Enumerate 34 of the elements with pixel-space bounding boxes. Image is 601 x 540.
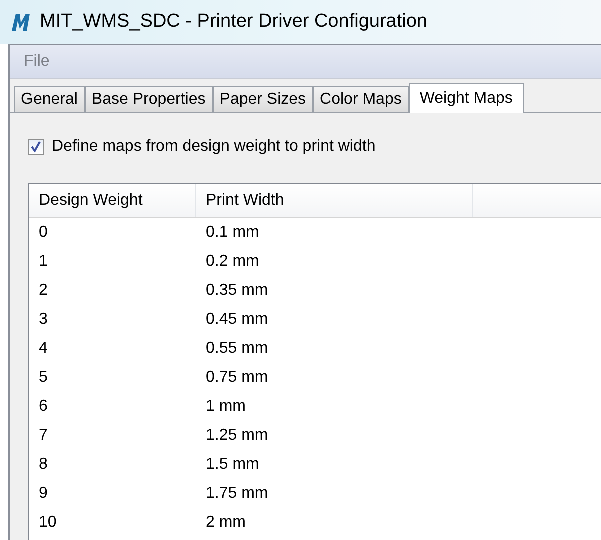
table-cell-text: 8 [38,454,49,474]
table-cell-text: 1 mm [205,396,247,416]
table-cell-text: 0.75 mm [205,368,270,388]
table-cell-text: 7 [38,426,49,446]
table-cell-text: 1.5 mm [205,454,260,474]
tab[interactable]: Paper Sizes [212,86,314,112]
table-cell-text: 0.45 mm [205,310,270,330]
table-cell-text: 3 [38,310,49,330]
tab[interactable]: Color Maps [313,86,409,112]
table-cell-text: 1.25 mm [205,426,270,446]
table-cell-text: 0.35 mm [205,280,270,300]
table-cell-text: 2 [38,280,49,300]
window-title: MIT_WMS_SDC - Printer Driver Configuration [40,10,428,34]
app-logo-icon [10,11,32,33]
checkbox-label: Define maps from design weight to print width [52,137,376,157]
table-cell-text: 0 [38,222,49,242]
tab[interactable]: General [14,86,85,112]
table-cell-text: 0.1 mm [205,222,260,242]
table-cell-text: 5 [38,368,49,388]
tab[interactable]: Base Properties [84,86,213,112]
check-icon [30,141,42,153]
column-header[interactable]: Design Weight [29,184,196,217]
table-cell-text: 0.55 mm [205,338,270,358]
table-cell-text: 1 [38,252,49,272]
tab[interactable]: Weight Maps [408,83,524,113]
table-cell-text: 4 [38,338,49,358]
table-cell-text: 10 [38,512,58,532]
table-cell-text: 0.2 mm [205,252,260,272]
checkbox[interactable] [28,139,44,155]
table-cell-text: 2 mm [205,512,247,532]
table-cell-text: 1.75 mm [205,484,270,504]
table-cell-text: 6 [38,396,49,416]
column-header[interactable]: Print Width [196,184,473,217]
table-cell-text: 9 [38,484,49,504]
